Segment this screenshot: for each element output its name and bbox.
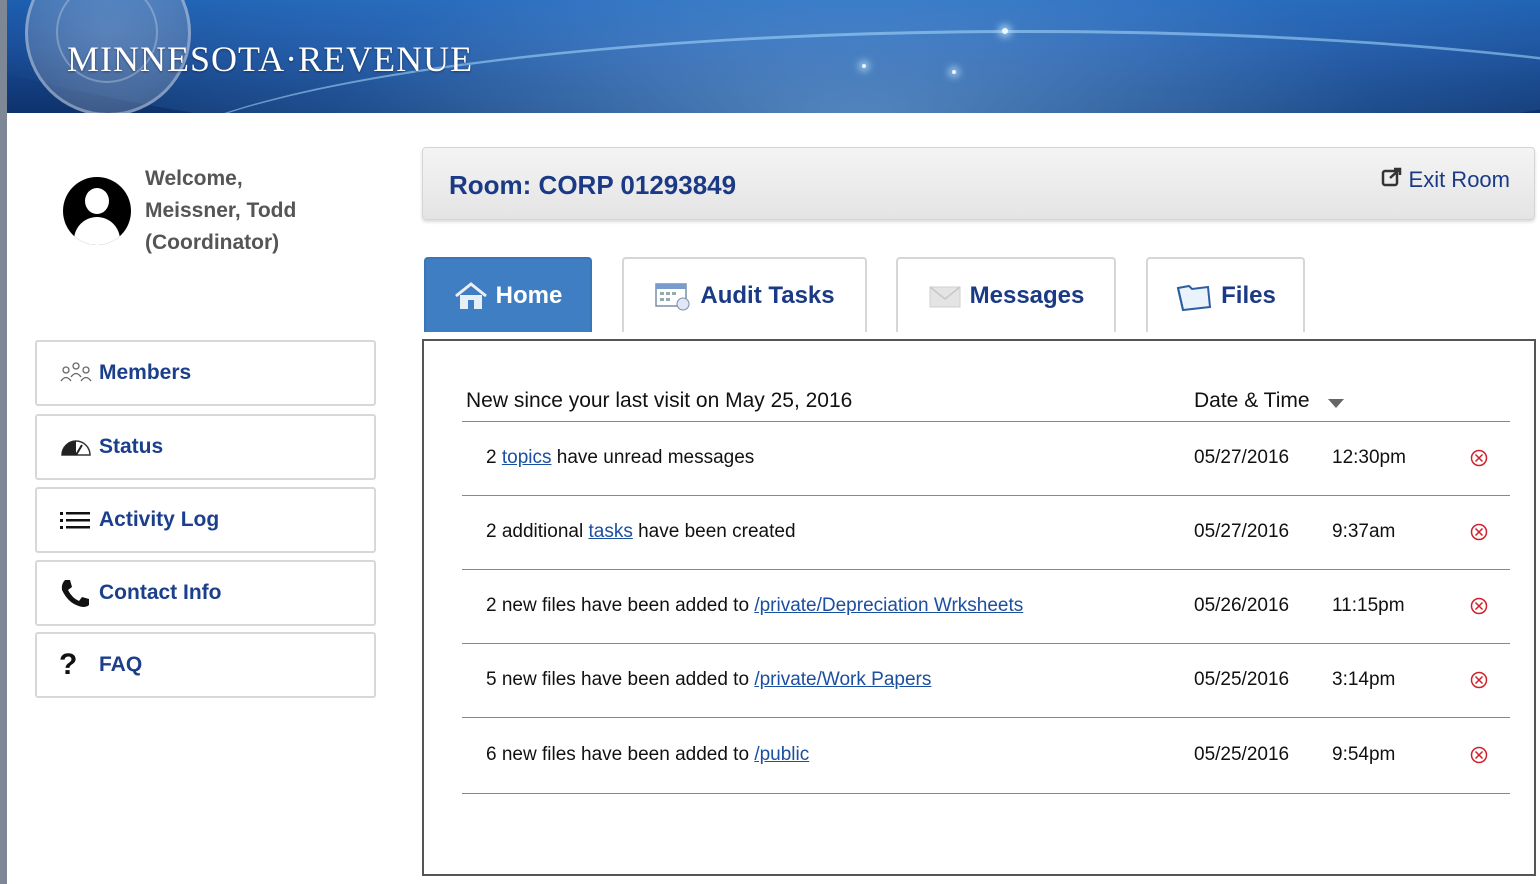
tab-files[interactable]: Files	[1146, 257, 1305, 332]
table-row: 6 new files have been added to /public 0…	[462, 717, 1510, 793]
row-message: 2 additional tasks have been created	[486, 521, 796, 543]
table-row: 2 additional tasks have been created 05/…	[462, 495, 1510, 569]
row-time: 12:30pm	[1332, 447, 1406, 468]
row-date: 05/25/2016	[1194, 669, 1290, 690]
phone-icon	[59, 577, 95, 609]
members-icon	[59, 357, 95, 389]
exit-room-label: Exit Room	[1408, 167, 1510, 192]
sidebar-item-label: Contact Info	[99, 581, 222, 604]
room-header: Room: CORP 01293849 Exit Room	[422, 147, 1535, 220]
question-icon: ?	[59, 648, 78, 681]
sidebar-item-contact-info[interactable]: Contact Info	[35, 560, 376, 626]
welcome-text: Welcome, Meissner, Todd (Coordinator)	[145, 163, 365, 259]
sidebar-item-status[interactable]: Status	[35, 414, 376, 480]
banner-star	[1002, 28, 1008, 34]
row-link[interactable]: tasks	[588, 521, 632, 542]
envelope-icon	[928, 283, 962, 309]
avatar	[63, 177, 131, 245]
row-message: 6 new files have been added to /public	[486, 744, 809, 766]
tab-messages[interactable]: Messages	[896, 257, 1116, 332]
row-message: 2 new files have been added to /private/…	[486, 595, 1023, 617]
welcome-greeting: Welcome,	[145, 167, 243, 190]
row-message: 5 new files have been added to /private/…	[486, 669, 931, 691]
dismiss-icon[interactable]	[1470, 597, 1488, 615]
tab-label: Home	[495, 281, 563, 309]
sidebar-item-label: FAQ	[99, 653, 143, 676]
sidebar-item-faq[interactable]: ? FAQ	[35, 632, 376, 698]
row-time: 11:15pm	[1332, 595, 1405, 616]
dismiss-icon[interactable]	[1470, 671, 1488, 689]
dismiss-icon[interactable]	[1470, 449, 1488, 467]
list-icon	[59, 504, 95, 536]
sort-down-icon	[1327, 398, 1344, 408]
room-title: Room: CORP 01293849	[449, 170, 737, 200]
row-text: 2 additional	[486, 521, 589, 542]
row-time: 9:37am	[1332, 521, 1396, 542]
tab-label: Messages	[969, 281, 1085, 309]
brand-logo-text[interactable]: MINNESOTA·REVENUE	[67, 38, 473, 80]
sidebar-item-label: Members	[99, 361, 192, 384]
banner-star	[862, 64, 866, 68]
row-text: have been created	[632, 521, 796, 542]
gauge-icon	[59, 431, 95, 463]
home-icon	[454, 281, 488, 310]
row-link[interactable]: /private/Work Papers	[754, 669, 931, 690]
row-time: 3:14pm	[1332, 669, 1396, 690]
exit-icon	[1381, 166, 1403, 194]
sidebar-item-label: Activity Log	[99, 508, 220, 531]
sidebar-item-label: Status	[99, 435, 164, 458]
row-time: 9:54pm	[1332, 744, 1396, 765]
tab-label: Files	[1221, 281, 1276, 309]
row-message: 2 topics have unread messages	[486, 447, 754, 469]
row-date: 05/27/2016	[1194, 521, 1290, 542]
row-text: 6 new files have been added to	[486, 744, 755, 765]
table-row: 5 new files have been added to /private/…	[462, 643, 1510, 717]
banner-star	[952, 70, 956, 74]
row-text: 2	[486, 447, 502, 468]
row-date: 05/25/2016	[1194, 744, 1290, 765]
tab-home[interactable]: Home	[424, 257, 592, 332]
header-banner: MINNESOTA·REVENUE	[7, 0, 1540, 113]
folder-icon	[1175, 280, 1213, 312]
tab-label: Audit Tasks	[700, 281, 835, 309]
calendar-icon	[654, 281, 692, 311]
sidebar-item-activity-log[interactable]: Activity Log	[35, 487, 376, 553]
row-date: 05/27/2016	[1194, 447, 1290, 468]
tab-audit-tasks[interactable]: Audit Tasks	[622, 257, 867, 332]
divider	[462, 793, 1510, 794]
user-role: (Coordinator)	[145, 231, 280, 254]
dismiss-icon[interactable]	[1470, 523, 1488, 541]
row-date: 05/26/2016	[1194, 595, 1290, 616]
date-time-label: Date & Time	[1194, 389, 1310, 412]
row-text: have unread messages	[551, 447, 755, 468]
row-link[interactable]: topics	[502, 447, 552, 468]
row-text: 5 new files have been added to	[486, 669, 755, 690]
table-row: 2 new files have been added to /private/…	[462, 569, 1510, 643]
dismiss-icon[interactable]	[1470, 746, 1488, 764]
row-text: 2 new files have been added to	[486, 595, 755, 616]
activity-header: New since your last visit on May 25, 201…	[466, 389, 853, 412]
date-time-sort-header[interactable]: Date & Time	[1194, 389, 1344, 413]
row-link[interactable]: /private/Depreciation Wrksheets	[754, 595, 1023, 616]
row-link[interactable]: /public	[754, 744, 809, 765]
sidebar-item-members[interactable]: Members	[35, 340, 376, 406]
user-name: Meissner, Todd	[145, 199, 297, 222]
exit-room-button[interactable]: Exit Room	[1381, 166, 1510, 194]
activity-panel: New since your last visit on May 25, 201…	[422, 339, 1536, 876]
table-row: 2 topics have unread messages 05/27/2016…	[462, 421, 1510, 495]
